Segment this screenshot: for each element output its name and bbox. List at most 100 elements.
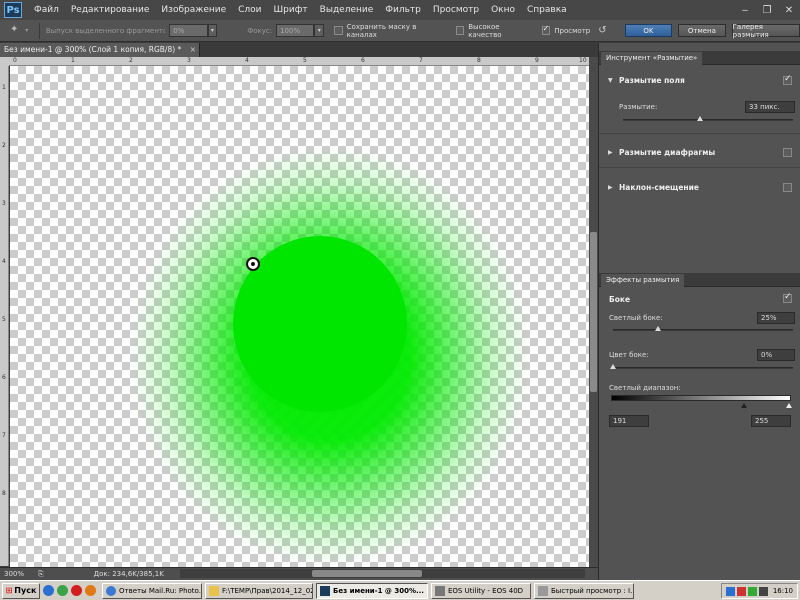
task-label: Без имени-1 @ 300%... bbox=[333, 586, 424, 595]
light-bokeh-label: Светлый боке: bbox=[609, 314, 663, 322]
firefox-icon[interactable] bbox=[85, 585, 96, 596]
selection-bleed-dropdown[interactable]: ▾ bbox=[207, 24, 218, 37]
menu-edit[interactable]: Редактирование bbox=[65, 0, 156, 20]
light-bokeh-slider[interactable] bbox=[613, 329, 793, 331]
expand-triangle-icon[interactable]: ▶ bbox=[608, 184, 613, 191]
ok-button[interactable]: OK bbox=[624, 24, 673, 37]
blur-gallery-button[interactable]: Галерея размытия bbox=[731, 23, 800, 39]
iris-blur-checkbox[interactable] bbox=[783, 148, 792, 157]
task-photoshop[interactable]: Без имени-1 @ 300%... bbox=[316, 582, 428, 599]
task-eos-utility[interactable]: EOS Utility - EOS 40D bbox=[431, 582, 531, 599]
ruler-label: 2 bbox=[2, 142, 6, 149]
light-range-label: Светлый диапазон: bbox=[609, 384, 681, 392]
task-mail-answers[interactable]: Ответы Mail.Ru: Photo... bbox=[102, 582, 202, 599]
chevron-down-icon[interactable]: ▾ bbox=[25, 27, 33, 34]
blur-panel: Инструмент «Размытие» ▼ Размытие поля Ра… bbox=[598, 43, 800, 580]
high-quality-label: Высокое качество bbox=[468, 22, 502, 39]
ruler-label: 6 bbox=[361, 57, 365, 64]
blur-amount-input[interactable]: 33 пикс. bbox=[745, 101, 795, 113]
cancel-button[interactable]: Отмена bbox=[678, 24, 726, 37]
options-bar: ✦ ▾ Выпуск выделенного фрагмента за обре… bbox=[0, 20, 800, 42]
restore-button[interactable]: ❐ bbox=[756, 1, 778, 19]
document-tab[interactable]: Без имени-1 @ 300% (Слой 1 копия, RGB/8)… bbox=[0, 43, 200, 57]
field-blur-checkbox[interactable] bbox=[783, 74, 792, 85]
horizontal-ruler[interactable]: 0 1 2 3 4 5 6 7 8 9 10 bbox=[9, 57, 589, 66]
tilt-shift-title: Наклон-смещение bbox=[619, 183, 699, 192]
field-blur-title: Размытие поля bbox=[619, 76, 685, 85]
ruler-label: 5 bbox=[2, 316, 6, 323]
blur-effects-tab[interactable]: Эффекты размытия bbox=[601, 274, 685, 287]
task-label: F:\TEMP\Прав\2014_12_02 bbox=[222, 586, 313, 595]
task-quick-view[interactable]: Быстрый просмотр : I... bbox=[534, 582, 634, 599]
menu-window[interactable]: Окно bbox=[485, 0, 521, 20]
light-range-gradient[interactable] bbox=[611, 395, 791, 401]
divider bbox=[38, 22, 40, 39]
bokeh-checkbox[interactable] bbox=[783, 292, 792, 303]
light-range-high-input[interactable]: 255 bbox=[751, 415, 791, 427]
blur-pin-handle[interactable] bbox=[246, 257, 260, 271]
ruler-label: 5 bbox=[303, 57, 307, 64]
chrome-icon[interactable] bbox=[57, 585, 68, 596]
focus-input[interactable]: 100% bbox=[276, 24, 315, 37]
light-bokeh-slider-thumb[interactable] bbox=[655, 326, 661, 331]
light-range-low-thumb[interactable] bbox=[741, 403, 747, 408]
window-controls: ‒ ❐ ✕ bbox=[734, 0, 800, 20]
expand-triangle-icon[interactable]: ▶ bbox=[608, 149, 613, 156]
bokeh-color-slider-thumb[interactable] bbox=[610, 364, 616, 369]
pin-tool-icon[interactable]: ✦ bbox=[10, 24, 23, 38]
preview-checkbox[interactable] bbox=[541, 26, 551, 35]
opera-icon[interactable] bbox=[71, 585, 82, 596]
windows-taskbar: ⊞ Пуск Ответы Mail.Ru: Photo... F:\TEMP\… bbox=[0, 580, 800, 600]
reset-pins-icon[interactable]: ↺ bbox=[598, 25, 606, 36]
status-export-icon[interactable]: ⎘ bbox=[38, 570, 44, 579]
menu-help[interactable]: Справка bbox=[521, 0, 573, 20]
speaker-icon[interactable] bbox=[758, 586, 768, 596]
light-bokeh-input[interactable]: 25% bbox=[757, 312, 795, 324]
task-label: Быстрый просмотр : I... bbox=[551, 586, 634, 595]
tray-icon[interactable] bbox=[747, 586, 757, 596]
bokeh-color-slider[interactable] bbox=[613, 367, 793, 369]
vertical-ruler[interactable]: 1 2 3 4 5 6 7 8 bbox=[0, 66, 9, 566]
blur-amount-label: Размытие: bbox=[619, 103, 658, 111]
menu-filter[interactable]: Фильтр bbox=[379, 0, 427, 20]
ruler-label: 1 bbox=[2, 84, 6, 91]
light-range-high-thumb[interactable] bbox=[786, 403, 792, 408]
task-folder[interactable]: F:\TEMP\Прав\2014_12_02 bbox=[205, 582, 313, 599]
ruler-label: 6 bbox=[2, 374, 6, 381]
focus-dropdown[interactable]: ▾ bbox=[314, 24, 325, 37]
save-mask-checkbox[interactable] bbox=[334, 26, 343, 35]
blur-amount-slider-thumb[interactable] bbox=[696, 116, 703, 121]
ruler-label: 2 bbox=[129, 57, 133, 64]
bokeh-color-input[interactable]: 0% bbox=[757, 349, 795, 361]
menu-layers[interactable]: Слои bbox=[232, 0, 267, 20]
blur-tools-panel-header: Инструмент «Размытие» bbox=[599, 51, 800, 65]
blur-tools-tab[interactable]: Инструмент «Размытие» bbox=[601, 52, 703, 65]
image-canvas[interactable] bbox=[10, 66, 589, 567]
horizontal-scroll-thumb[interactable] bbox=[312, 570, 422, 577]
start-button[interactable]: ⊞ Пуск bbox=[2, 582, 40, 599]
minimize-button[interactable]: ‒ bbox=[734, 1, 756, 19]
menu-view[interactable]: Просмотр bbox=[427, 0, 485, 20]
menu-image[interactable]: Изображение bbox=[155, 0, 232, 20]
close-tab-icon[interactable]: × bbox=[190, 45, 196, 54]
ie-icon[interactable] bbox=[43, 585, 54, 596]
menu-select[interactable]: Выделение bbox=[314, 0, 380, 20]
selection-bleed-input[interactable]: 0% bbox=[169, 24, 208, 37]
bokeh-color-label: Цвет боке: bbox=[609, 351, 649, 359]
tray-icon[interactable] bbox=[725, 586, 735, 596]
blur-amount-slider[interactable] bbox=[623, 119, 793, 121]
menu-type[interactable]: Шрифт bbox=[268, 0, 314, 20]
menu-file[interactable]: Файл bbox=[28, 0, 65, 20]
vertical-scroll-thumb[interactable] bbox=[590, 232, 597, 392]
high-quality-checkbox[interactable] bbox=[455, 26, 465, 35]
system-tray: 16:10 bbox=[720, 583, 798, 599]
zoom-level[interactable]: 300% bbox=[4, 570, 24, 578]
browser-icon bbox=[106, 585, 116, 596]
collapse-triangle-icon[interactable]: ▼ bbox=[608, 77, 613, 84]
tilt-shift-checkbox[interactable] bbox=[783, 183, 792, 192]
clock[interactable]: 16:10 bbox=[773, 587, 793, 595]
close-button[interactable]: ✕ bbox=[778, 1, 800, 19]
selection-bleed-label: Выпуск выделенного фрагмента за обрез: bbox=[45, 26, 166, 35]
tray-icon[interactable] bbox=[736, 586, 746, 596]
light-range-low-input[interactable]: 191 bbox=[609, 415, 649, 427]
